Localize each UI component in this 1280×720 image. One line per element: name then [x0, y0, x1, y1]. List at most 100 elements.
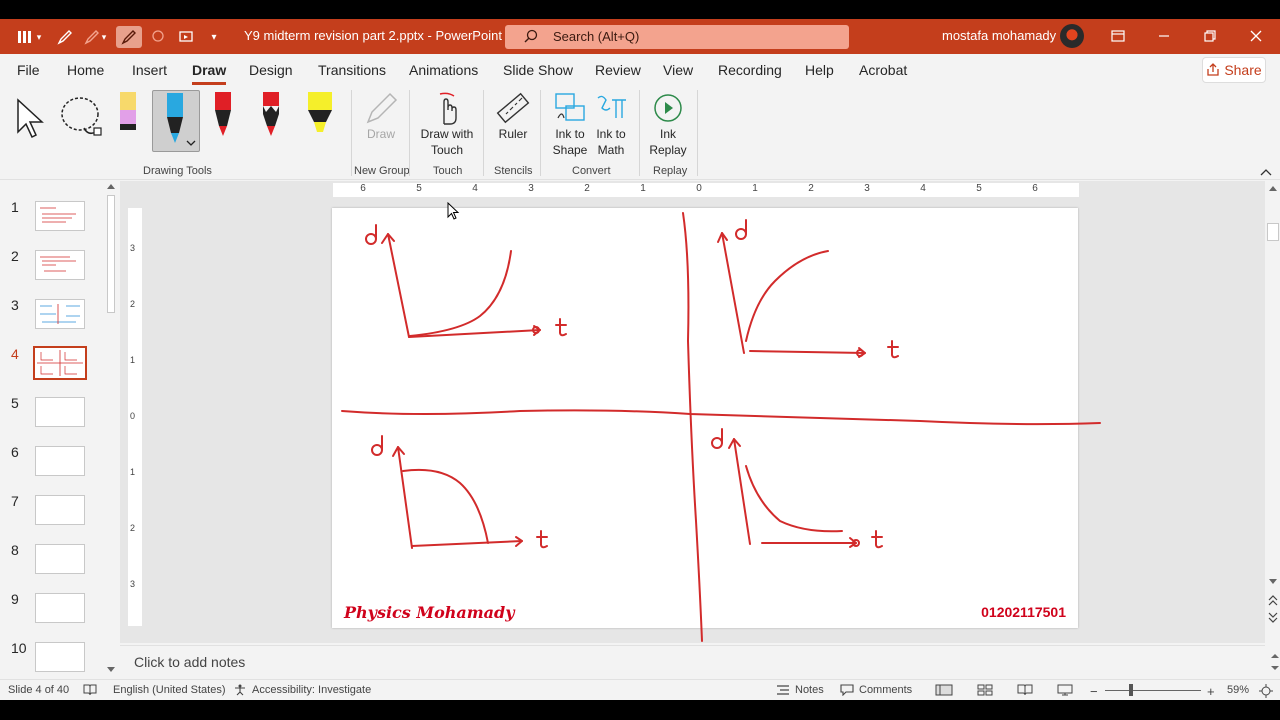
- thumbnails-scrollbar[interactable]: [104, 181, 118, 677]
- slide-thumbnail[interactable]: 6: [0, 432, 104, 476]
- slide-thumbnail[interactable]: 7: [0, 481, 104, 525]
- pen-3-button[interactable]: [210, 90, 236, 146]
- letterbox-bottom: [0, 700, 1280, 720]
- present-quick-icon[interactable]: [174, 26, 198, 48]
- group-stencils: Stencils: [494, 165, 533, 177]
- scroll-up-icon[interactable]: [1269, 185, 1277, 191]
- graph1-d-letter: [365, 224, 377, 245]
- notes-scroll-icon[interactable]: [1270, 652, 1280, 672]
- fit-to-window-icon[interactable]: [1259, 684, 1273, 698]
- draw-button[interactable]: Draw: [360, 90, 402, 142]
- highlighter-quick-icon[interactable]: ▾: [80, 26, 110, 48]
- zoom-level[interactable]: 59%: [1227, 684, 1249, 696]
- slide-thumbnail[interactable]: 10: [0, 628, 104, 672]
- comments-button[interactable]: Comments: [840, 684, 912, 696]
- pen-4-button[interactable]: [258, 90, 284, 146]
- tab-file[interactable]: File: [17, 62, 40, 78]
- slide-thumbnail[interactable]: 8: [0, 530, 104, 574]
- ink-replay-button[interactable]: Ink Replay: [646, 90, 690, 158]
- notes-toggle-button[interactable]: Notes: [776, 684, 824, 696]
- pen-active-quick-icon[interactable]: [116, 26, 142, 48]
- lasso-quick-icon[interactable]: [146, 26, 170, 48]
- slide-thumbnail-active[interactable]: 4: [0, 334, 104, 380]
- notes-placeholder[interactable]: Click to add notes: [134, 654, 245, 670]
- tab-review[interactable]: Review: [595, 62, 641, 78]
- scroll-up-icon[interactable]: [107, 183, 115, 189]
- accessibility-label: Accessibility: Investigate: [252, 684, 372, 696]
- highlighter-button[interactable]: [304, 90, 336, 146]
- zoom-in-button[interactable]: +: [1207, 684, 1215, 699]
- slide-preview: [35, 446, 85, 476]
- tab-transitions[interactable]: Transitions: [318, 62, 386, 78]
- zoom-slider[interactable]: [1105, 690, 1201, 691]
- ribbon-separator: [409, 90, 410, 176]
- pen-quick-icon[interactable]: [54, 26, 76, 48]
- slide-thumbnail[interactable]: 1: [0, 187, 104, 231]
- slide-thumbnail[interactable]: 2: [0, 236, 104, 280]
- tab-home[interactable]: Home: [67, 62, 104, 78]
- select-tool-button[interactable]: [14, 90, 48, 146]
- reading-view-icon[interactable]: [1017, 684, 1033, 696]
- minimize-icon[interactable]: [1150, 24, 1178, 48]
- tab-design[interactable]: Design: [249, 62, 293, 78]
- tab-help[interactable]: Help: [805, 62, 834, 78]
- autosave-icon[interactable]: ▾: [14, 26, 44, 48]
- zoom-slider-thumb[interactable]: [1129, 684, 1133, 696]
- ink-to-math-icon: [597, 95, 626, 118]
- pen-1-button[interactable]: [116, 90, 140, 146]
- scroll-thumb[interactable]: [1267, 223, 1279, 241]
- letterbox-top: [0, 0, 1280, 19]
- group-drawing-tools: Drawing Tools: [143, 165, 212, 177]
- touch-hand-icon: [439, 92, 457, 125]
- customize-quick-access-icon[interactable]: ▾: [204, 26, 224, 48]
- slide-sorter-icon[interactable]: [977, 684, 993, 696]
- ink-to-shape-button[interactable]: Ink to Shape: [548, 90, 592, 158]
- highlighter-pen-icon: [120, 92, 136, 130]
- group-new-group: New Group: [354, 165, 410, 177]
- draw-with-touch-button[interactable]: Draw with Touch: [418, 90, 476, 158]
- powerpoint-window: ▾ ▾ ▾ Y9 midterm revision part 2.pptx - …: [0, 0, 1280, 720]
- slide-show-view-icon[interactable]: [1057, 684, 1073, 696]
- language-status[interactable]: English (United States): [113, 684, 226, 696]
- slide-scrollbar[interactable]: [1265, 181, 1280, 643]
- tab-slide-show[interactable]: Slide Show: [503, 62, 573, 78]
- slide-thumbnail[interactable]: 9: [0, 579, 104, 623]
- ruler-button[interactable]: Ruler: [492, 90, 534, 142]
- close-icon[interactable]: [1242, 24, 1270, 48]
- tab-insert[interactable]: Insert: [132, 62, 167, 78]
- ribbon-display-options-icon[interactable]: [1104, 24, 1132, 48]
- pencil-icon: [366, 92, 398, 124]
- avatar[interactable]: [1060, 24, 1084, 48]
- pen-2-button-selected[interactable]: [152, 90, 200, 152]
- scroll-down-icon[interactable]: [107, 667, 115, 673]
- ink-to-math-button[interactable]: Ink to Math: [592, 90, 630, 158]
- tab-view[interactable]: View: [663, 62, 693, 78]
- tab-recording[interactable]: Recording: [718, 62, 782, 78]
- ink-drawings[interactable]: [120, 181, 1265, 643]
- graph3-d-letter: [371, 435, 383, 456]
- slide-thumbnail[interactable]: 3: [0, 285, 104, 329]
- tab-animations[interactable]: Animations: [409, 62, 478, 78]
- restore-icon[interactable]: [1196, 24, 1224, 48]
- share-button[interactable]: Share: [1202, 57, 1266, 83]
- tab-acrobat[interactable]: Acrobat: [859, 62, 907, 78]
- next-slide-icon[interactable]: [1268, 611, 1278, 623]
- graph2-t-letter: [887, 340, 899, 359]
- slide-counter[interactable]: Slide 4 of 40: [8, 684, 69, 696]
- tab-draw[interactable]: Draw: [192, 62, 227, 85]
- scroll-down-icon[interactable]: [1269, 579, 1277, 585]
- lasso-select-button[interactable]: [58, 90, 106, 146]
- collapse-ribbon-icon[interactable]: [1259, 166, 1273, 178]
- accessibility-status[interactable]: Accessibility: Investigate: [233, 684, 371, 696]
- normal-view-icon[interactable]: [935, 684, 953, 696]
- graph1-t-letter: [555, 318, 567, 337]
- user-name[interactable]: mostafa mohamady: [942, 28, 1056, 43]
- previous-slide-icon[interactable]: [1268, 595, 1278, 607]
- scroll-thumb[interactable]: [107, 195, 115, 313]
- zoom-out-button[interactable]: −: [1090, 684, 1098, 699]
- notes-pane[interactable]: Click to add notes: [120, 645, 1279, 677]
- slide-thumbnail[interactable]: 5: [0, 383, 104, 427]
- search-box[interactable]: Search (Alt+Q): [505, 25, 849, 49]
- spell-check-icon[interactable]: [83, 684, 97, 696]
- slide-preview: [35, 593, 85, 623]
